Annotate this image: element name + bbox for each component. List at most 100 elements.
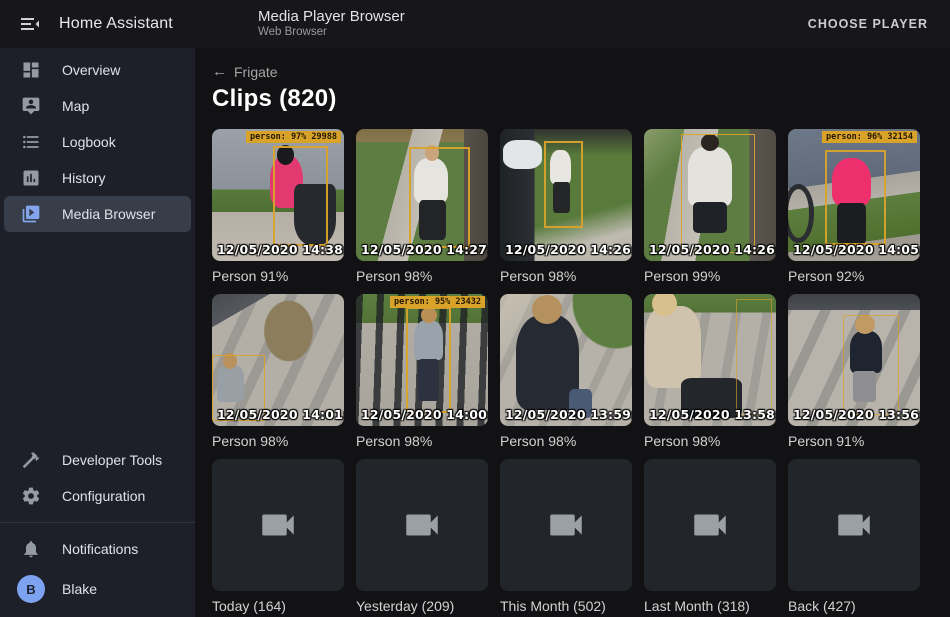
clip-item: person: 97% 29988 12/05/2020 14:38:47 Pe… <box>212 129 344 285</box>
sidebar-item-media-browser[interactable]: Media Browser <box>4 196 191 232</box>
sidebar-user-profile[interactable]: B Blake <box>4 567 191 611</box>
clip-photo-figure <box>645 306 700 388</box>
folder-thumbnail[interactable] <box>500 459 632 591</box>
folder-item: This Month (502) <box>500 459 632 615</box>
sidebar-item-history[interactable]: History <box>4 160 191 196</box>
view-dashboard-icon <box>21 60 41 80</box>
folder-label: Yesterday (209) <box>356 598 488 615</box>
sidebar-divider <box>0 522 195 523</box>
chart-box-icon <box>21 168 41 188</box>
menu-open-icon[interactable] <box>18 12 42 36</box>
clip-thumbnail[interactable]: person: 97% 29988 12/05/2020 14:38:47 <box>212 129 344 261</box>
folder-thumbnail[interactable] <box>788 459 920 591</box>
avatar: B <box>17 575 45 603</box>
clip-caption: Person 98% <box>356 268 488 285</box>
clip-item: person: 95% 23432 12/05/2020 14:00:52 Pe… <box>356 294 488 450</box>
sidebar-item-label: Media Browser <box>62 206 155 222</box>
clip-thumbnail[interactable]: person: 96% 32154 12/05/2020 14:05:17 <box>788 129 920 261</box>
app-title: Home Assistant <box>59 15 173 33</box>
breadcrumb-back-frigate[interactable]: ← Frigate <box>212 63 933 80</box>
map-account-icon <box>21 96 41 116</box>
sidebar-item-notifications[interactable]: Notifications <box>4 531 191 567</box>
clip-item: person: 96% 32154 12/05/2020 14:05:17 Pe… <box>788 129 920 285</box>
clip-thumbnail[interactable]: 12/05/2020 13:56:17 <box>788 294 920 426</box>
top-bar: Home Assistant Media Player Browser Web … <box>0 0 950 48</box>
media-player-subtitle: Web Browser <box>258 26 405 40</box>
clip-item: 12/05/2020 14:26:48 Person 98% <box>500 129 632 285</box>
detection-bounding-box <box>544 141 584 228</box>
folder-item: Yesterday (209) <box>356 459 488 615</box>
sidebar-item-overview[interactable]: Overview <box>4 52 191 88</box>
clips-grid: person: 97% 29988 12/05/2020 14:38:47 Pe… <box>212 129 933 459</box>
detection-bounding-box <box>736 299 772 415</box>
user-name: Blake <box>62 581 97 597</box>
folder-label: Back (427) <box>788 598 920 615</box>
sidebar-item-configuration[interactable]: Configuration <box>4 478 191 514</box>
sidebar-item-label: Logbook <box>62 134 116 150</box>
detection-bounding-box <box>825 150 886 245</box>
clip-caption: Person 92% <box>788 268 920 285</box>
gear-icon <box>21 486 41 506</box>
clip-timestamp: 12/05/2020 14:00:52 <box>361 407 488 422</box>
folder-label: Today (164) <box>212 598 344 615</box>
clip-thumbnail[interactable]: 12/05/2020 13:59:49 <box>500 294 632 426</box>
clip-photo-figure <box>503 140 543 169</box>
clip-item: 12/05/2020 14:27:35 Person 98% <box>356 129 488 285</box>
clip-caption: Person 98% <box>356 433 488 450</box>
clip-item: 12/05/2020 14:01:14 Person 98% <box>212 294 344 450</box>
hammer-icon <box>21 450 41 470</box>
sidebar-item-label: Map <box>62 98 89 114</box>
clip-thumbnail[interactable]: 12/05/2020 14:01:14 <box>212 294 344 426</box>
sidebar-spacer <box>0 232 195 442</box>
video-camera-icon <box>545 504 587 546</box>
clip-thumbnail[interactable]: 12/05/2020 14:27:35 <box>356 129 488 261</box>
clip-timestamp: 12/05/2020 14:05:17 <box>793 242 920 257</box>
clip-caption: Person 98% <box>500 433 632 450</box>
topbar-main: Media Player Browser Web Browser CHOOSE … <box>195 8 950 40</box>
sidebar-item-label: Overview <box>62 62 120 78</box>
detection-bounding-box <box>406 307 451 413</box>
media-browser-content: ← Frigate Clips (820) person: 97% 29988 … <box>195 48 950 617</box>
breadcrumb-label: Frigate <box>234 64 278 80</box>
sidebar-item-label: Notifications <box>62 541 138 557</box>
play-box-multiple-icon <box>21 204 41 224</box>
clip-timestamp: 12/05/2020 14:01:14 <box>217 407 344 422</box>
clip-caption: Person 98% <box>212 433 344 450</box>
clip-caption: Person 98% <box>644 433 776 450</box>
clip-caption: Person 91% <box>212 268 344 285</box>
folder-thumbnail[interactable] <box>356 459 488 591</box>
clip-caption: Person 91% <box>788 433 920 450</box>
back-arrow-icon: ← <box>212 63 227 80</box>
clip-thumbnail[interactable]: person: 95% 23432 12/05/2020 14:00:52 <box>356 294 488 426</box>
detection-label: person: 97% 29988 <box>246 131 341 143</box>
clip-photo-figure <box>788 184 814 242</box>
page-header-titles: Media Player Browser Web Browser <box>258 8 405 40</box>
clip-timestamp: 12/05/2020 14:26:48 <box>505 242 632 257</box>
clip-timestamp: 12/05/2020 13:59:49 <box>505 407 632 422</box>
detection-label: person: 96% 32154 <box>822 131 917 143</box>
clip-timestamp: 12/05/2020 14:27:35 <box>361 242 488 257</box>
clip-item: 12/05/2020 14:26:07 Person 99% <box>644 129 776 285</box>
clip-thumbnail[interactable]: 12/05/2020 14:26:48 <box>500 129 632 261</box>
detection-label: person: 95% 23432 <box>390 296 485 308</box>
sidebar-item-label: History <box>62 170 106 186</box>
media-player-title: Media Player Browser <box>258 8 405 26</box>
sidebar-item-developer-tools[interactable]: Developer Tools <box>4 442 191 478</box>
video-camera-icon <box>257 504 299 546</box>
folder-label: This Month (502) <box>500 598 632 615</box>
sidebar-item-logbook[interactable]: Logbook <box>4 124 191 160</box>
page-title: Clips (820) <box>212 85 933 113</box>
choose-player-button[interactable]: CHOOSE PLAYER <box>798 9 938 39</box>
detection-bounding-box <box>409 147 470 247</box>
clip-caption: Person 99% <box>644 268 776 285</box>
folder-thumbnail[interactable] <box>644 459 776 591</box>
format-list-bulleted-icon <box>21 132 41 152</box>
clip-item: 12/05/2020 13:58:30 Person 98% <box>644 294 776 450</box>
clip-thumbnail[interactable]: 12/05/2020 13:58:30 <box>644 294 776 426</box>
detection-bounding-box <box>843 315 898 415</box>
video-camera-icon <box>833 504 875 546</box>
clip-caption: Person 98% <box>500 268 632 285</box>
sidebar-item-map[interactable]: Map <box>4 88 191 124</box>
folder-thumbnail[interactable] <box>212 459 344 591</box>
clip-thumbnail[interactable]: 12/05/2020 14:26:07 <box>644 129 776 261</box>
